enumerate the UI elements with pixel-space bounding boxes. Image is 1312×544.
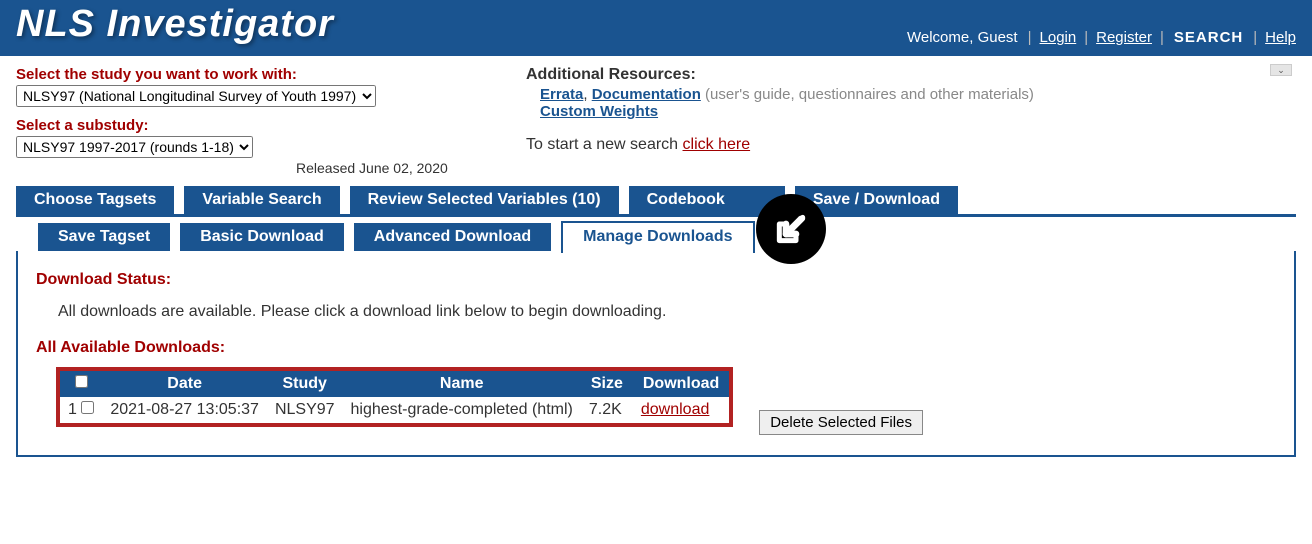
table-row: 1 2021-08-27 13:05:37 NLSY97 highest-gra…	[60, 397, 729, 423]
study-label: Select the study you want to work with:	[16, 66, 526, 83]
start-text: To start a new search	[526, 136, 683, 153]
login-link[interactable]: Login	[1040, 29, 1077, 46]
tab-choose-tagsets[interactable]: Choose Tagsets	[16, 186, 174, 214]
tab-basic-download[interactable]: Basic Download	[180, 223, 344, 251]
substudy-label: Select a substudy:	[16, 117, 526, 134]
download-status-title: Download Status:	[36, 271, 1276, 289]
site-logo: NLS Investigator	[16, 3, 334, 46]
click-here-link[interactable]: click here	[683, 136, 751, 153]
cell-name: highest-grade-completed (html)	[343, 397, 581, 423]
download-status-msg: All downloads are available. Please clic…	[36, 303, 1276, 321]
content-panel: Download Status: All downloads are avail…	[16, 251, 1296, 457]
tab-review-selected[interactable]: Review Selected Variables (10)	[350, 186, 619, 214]
errata-link[interactable]: Errata	[540, 86, 583, 103]
available-downloads-title: All Available Downloads:	[36, 339, 1276, 357]
register-link[interactable]: Register	[1096, 29, 1152, 46]
col-download: Download	[633, 371, 729, 397]
col-study: Study	[267, 371, 343, 397]
study-select[interactable]: NLSY97 (National Longitudinal Survey of …	[16, 85, 376, 107]
main-tabs: Choose Tagsets Variable Search Review Se…	[16, 186, 1296, 217]
col-name: Name	[343, 371, 581, 397]
substudy-select[interactable]: NLSY97 1997-2017 (rounds 1-18)	[16, 136, 253, 158]
row-checkbox[interactable]	[81, 401, 94, 414]
collapse-icon[interactable]: ⌄	[1270, 64, 1292, 76]
delete-selected-button[interactable]: Delete Selected Files	[759, 410, 923, 435]
header-links: Welcome, Guest | Login | Register | SEAR…	[905, 29, 1296, 46]
download-link[interactable]: download	[641, 401, 710, 418]
col-date: Date	[102, 371, 267, 397]
tab-variable-search[interactable]: Variable Search	[184, 186, 339, 214]
downloads-table: Date Study Name Size Download 1 2021-08-…	[60, 371, 729, 423]
tab-advanced-download[interactable]: Advanced Download	[354, 223, 551, 251]
search-link[interactable]: SEARCH	[1172, 29, 1245, 46]
custom-weights-link[interactable]: Custom Weights	[540, 103, 658, 120]
sub-tabs: Save Tagset Basic Download Advanced Down…	[16, 217, 1296, 251]
cell-size: 7.2K	[581, 397, 633, 423]
downloads-table-wrap: Date Study Name Size Download 1 2021-08-…	[56, 367, 733, 427]
welcome-text: Welcome, Guest	[905, 29, 1020, 46]
cell-study: NLSY97	[267, 397, 343, 423]
released-text: Released June 02, 2020	[16, 160, 526, 176]
help-link[interactable]: Help	[1265, 29, 1296, 46]
doc-note: (user's guide, questionnaires and other …	[705, 86, 1034, 103]
selection-section: ⌄ Select the study you want to work with…	[0, 56, 1312, 180]
tab-manage-downloads[interactable]: Manage Downloads	[561, 221, 754, 253]
resources-title: Additional Resources:	[526, 66, 1296, 84]
top-header: NLS Investigator Welcome, Guest | Login …	[0, 0, 1312, 56]
documentation-link[interactable]: Documentation	[592, 86, 701, 103]
cell-date: 2021-08-27 13:05:37	[102, 397, 267, 423]
col-size: Size	[581, 371, 633, 397]
tab-save-tagset[interactable]: Save Tagset	[38, 223, 170, 251]
select-all-checkbox[interactable]	[75, 375, 88, 388]
arrow-down-left-icon	[756, 194, 826, 264]
